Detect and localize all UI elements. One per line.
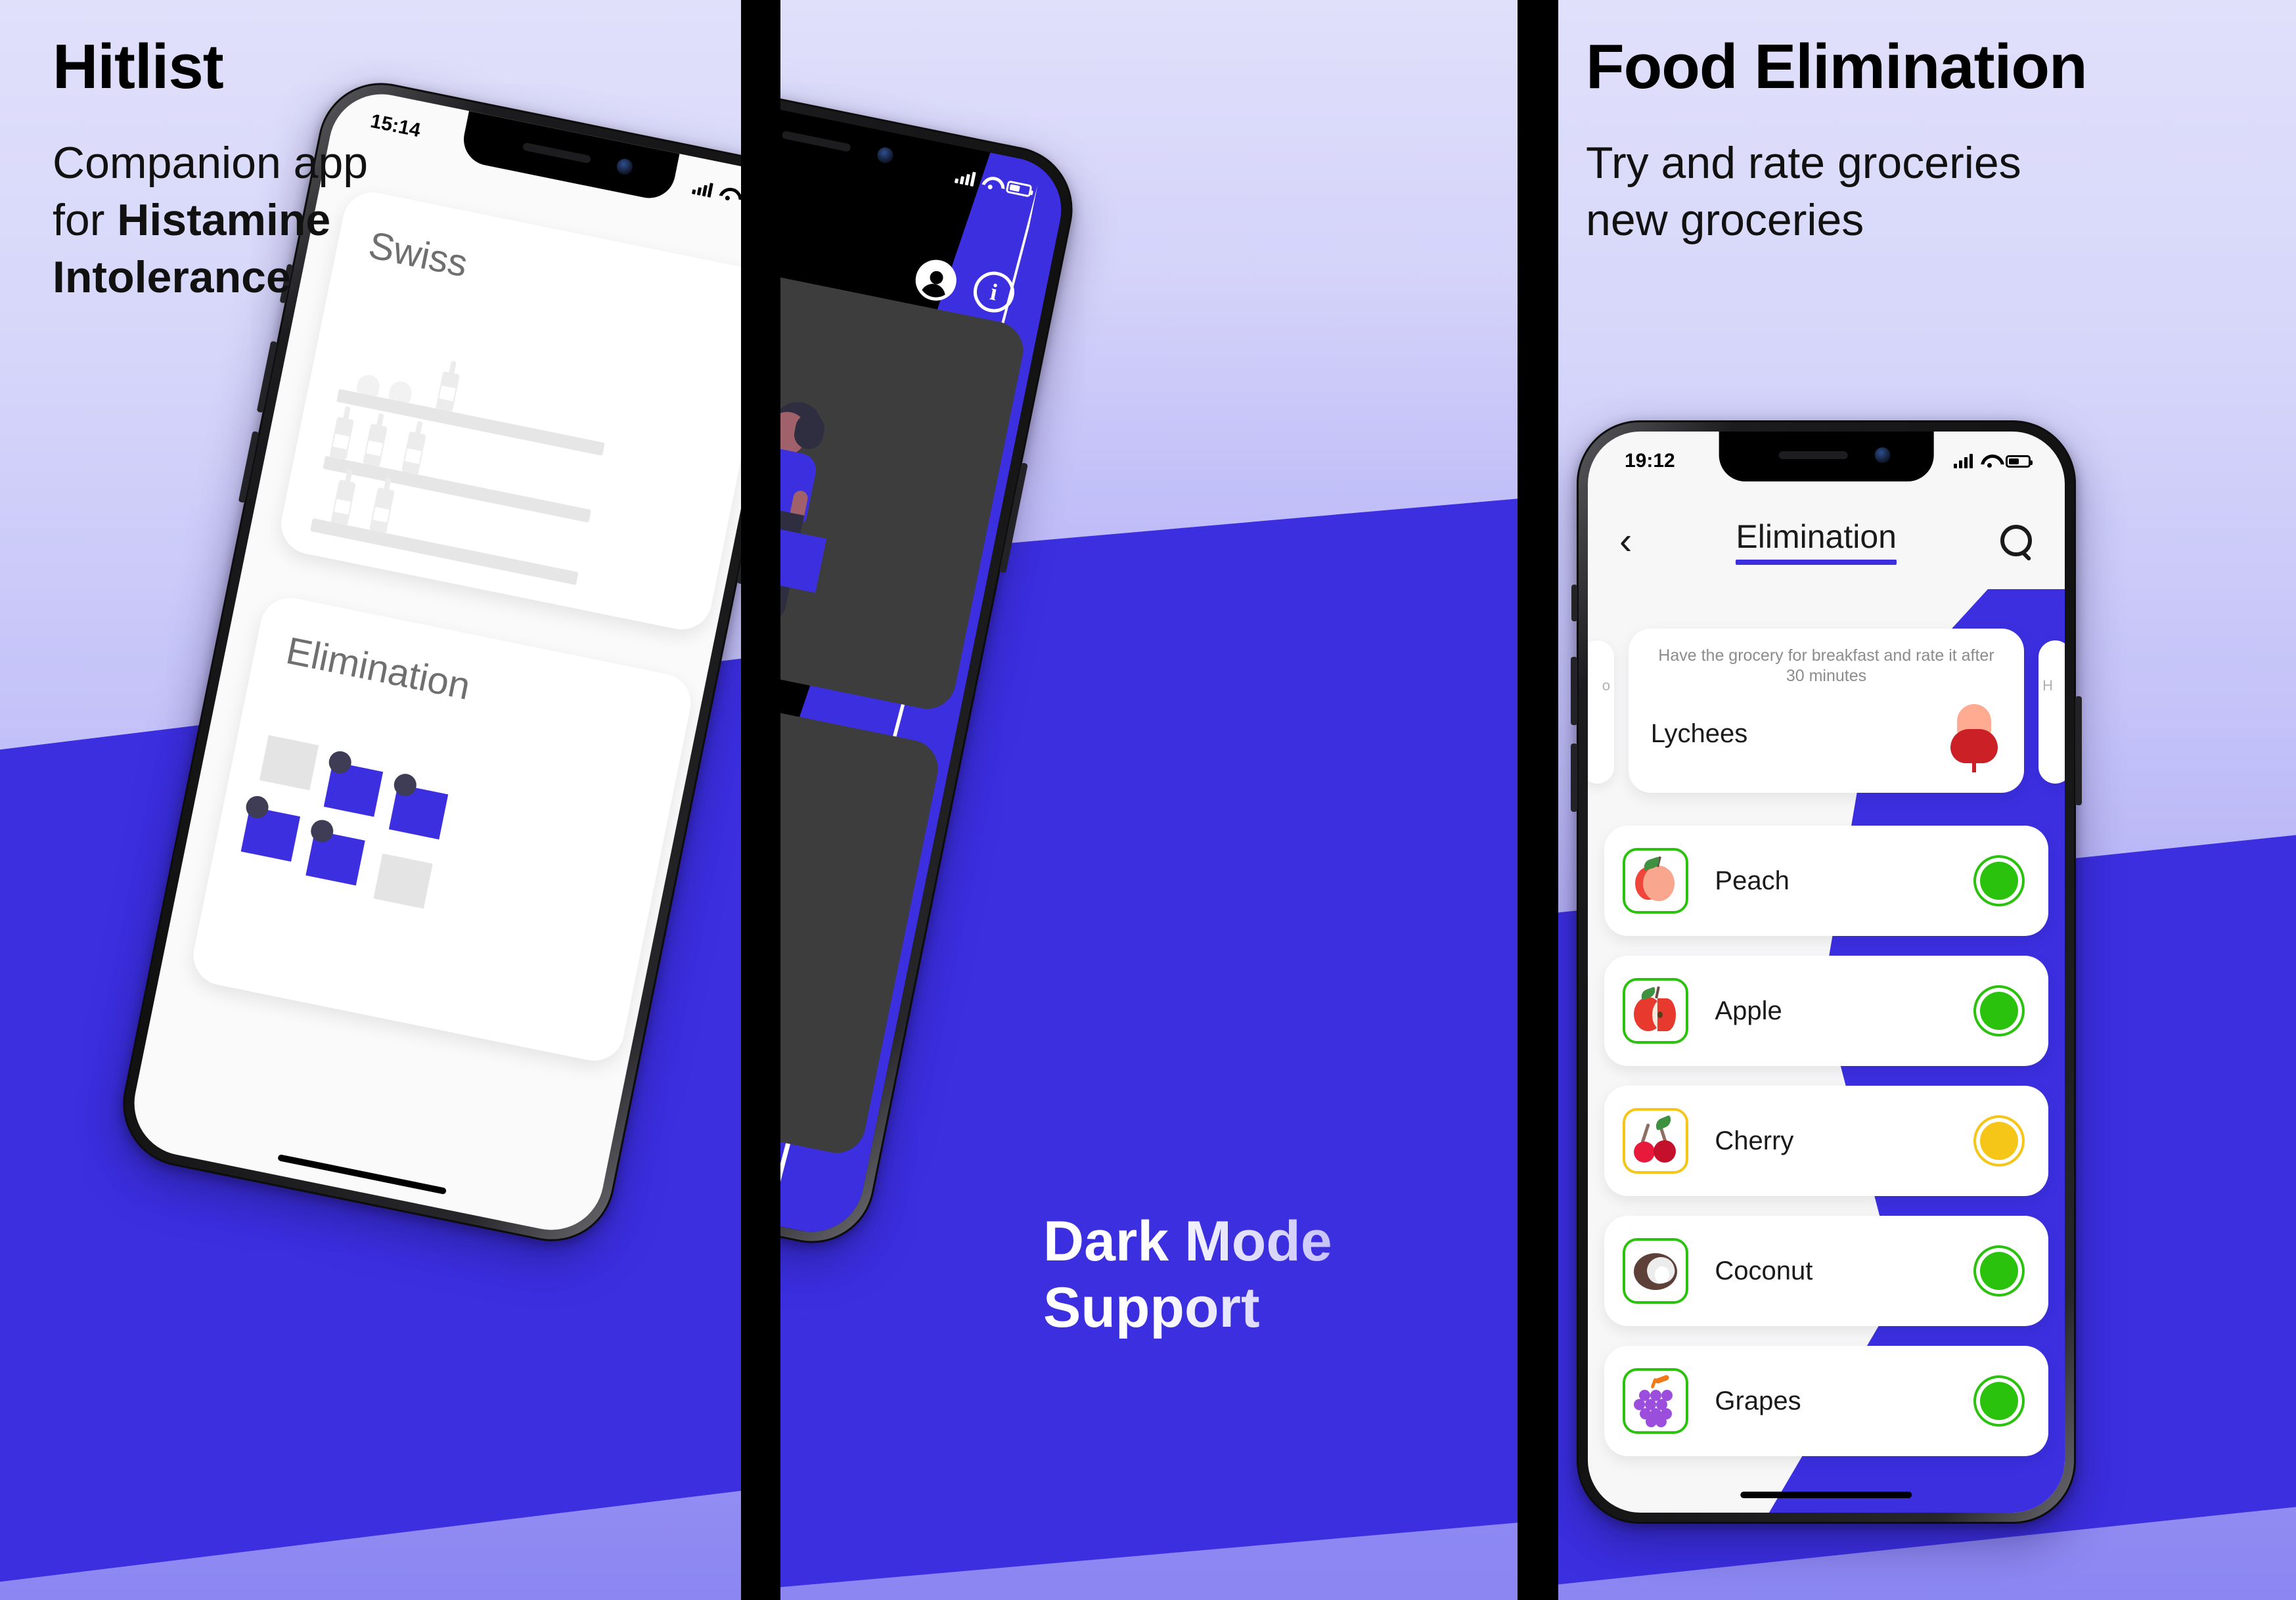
grapes-icon	[1631, 1374, 1680, 1427]
store-shelf-illustration	[309, 319, 662, 598]
elimination-nav-title: Elimination	[1736, 518, 1897, 555]
grocery-name: Peach	[1715, 866, 1790, 895]
back-chevron-icon[interactable]: ‹	[1619, 522, 1632, 560]
hero-card-peek-right[interactable]: H	[2038, 640, 2065, 784]
status-icons	[1954, 454, 2033, 468]
feature-caption-line2: Support	[1043, 1276, 1260, 1340]
grocery-name: Cherry	[1715, 1126, 1794, 1155]
panel-divider-2	[1518, 0, 1558, 1600]
hero-card-peek-left[interactable]: o	[1588, 640, 1614, 784]
front-camera	[876, 146, 895, 165]
cellular-signal-icon	[692, 180, 713, 198]
volume-up-button[interactable]	[1571, 657, 1577, 725]
panel-right: Food Elimination Try and rate groceries …	[1558, 0, 2296, 1600]
apple-icon	[1631, 986, 1680, 1035]
nav-title-underline	[1736, 560, 1897, 565]
peach-thumbnail	[1623, 848, 1689, 914]
coconut-icon	[1631, 1247, 1680, 1295]
peach-icon	[1631, 856, 1680, 905]
status-time: 19:12	[1625, 450, 1675, 472]
right-subhead-line2: new groceries	[1586, 194, 1864, 245]
left-subhead-intolerance: Intolerance	[53, 252, 291, 302]
phone-right-elimination: 19:12 ‹ Elimination o H Have the grocery…	[1571, 420, 2082, 1524]
left-subheadline: Companion app for Histamine Intolerance	[53, 135, 565, 306]
right-subhead-line1: Try and rate groceries	[1586, 137, 2021, 188]
panel-left: Hitlist Companion app for Histamine Into…	[0, 0, 741, 1600]
volume-down-button[interactable]	[1571, 744, 1577, 812]
battery-icon	[1005, 179, 1033, 198]
left-subhead-histamine: Histamine	[117, 194, 331, 245]
left-headline: Hitlist	[53, 32, 224, 102]
right-headline-block: Food Elimination Try and rate groceries …	[1586, 32, 2276, 249]
panel-divider-1	[741, 0, 780, 1600]
elimination-grid-illustration	[219, 719, 603, 1026]
earpiece-speaker	[781, 130, 851, 152]
cherry-thumbnail	[1623, 1108, 1689, 1174]
status-icons	[692, 180, 741, 210]
light-card-elimination[interactable]: Elimination	[187, 592, 697, 1067]
feature-caption: Dark Mode Support	[1043, 1209, 1503, 1342]
phone-right-notch	[1719, 432, 1934, 481]
earpiece-speaker	[1779, 451, 1848, 459]
cellular-signal-icon	[1954, 454, 1973, 468]
rating-indicator-yellow[interactable]	[1973, 1115, 2025, 1167]
elimination-nav-title-group: Elimination	[1736, 518, 1897, 565]
front-camera	[1875, 447, 1891, 463]
apple-thumbnail	[1623, 978, 1689, 1044]
left-subhead-for: for	[53, 194, 118, 245]
phone-right-screen: 19:12 ‹ Elimination o H Have the grocery…	[1588, 432, 2065, 1513]
rating-indicator-green[interactable]	[1973, 985, 2025, 1036]
lychee-icon	[1945, 703, 2002, 772]
grocery-name: Grapes	[1715, 1386, 1801, 1415]
rating-indicator-green[interactable]	[1973, 855, 2025, 906]
grocery-list: Peach Apple Cherry Coconut Grapes	[1604, 826, 2048, 1476]
panel-center: Dark Mode Support .	[780, 0, 1518, 1600]
hero-grocery-name: Lychees	[1650, 719, 1748, 748]
hero-hint-text: Have the grocery for breakfast and rate …	[1658, 646, 1994, 686]
info-icon[interactable]: i	[970, 268, 1018, 317]
search-icon[interactable]	[2000, 525, 2033, 558]
left-subhead-line1: Companion app	[53, 137, 369, 188]
grocery-name: Apple	[1715, 996, 1782, 1025]
front-camera	[616, 157, 635, 177]
shopper-illustration	[780, 395, 924, 667]
left-headline-block: Hitlist Companion app for Histamine Into…	[53, 32, 565, 306]
hero-grocery-card[interactable]: Have the grocery for breakfast and rate …	[1628, 629, 2025, 793]
mute-switch[interactable]	[1571, 585, 1577, 621]
wifi-icon	[718, 186, 737, 202]
power-button[interactable]	[2075, 696, 2082, 805]
grocery-row-cherry[interactable]: Cherry	[1604, 1086, 2048, 1196]
feature-caption-line1: Dark Mode	[1043, 1210, 1332, 1273]
grocery-row-apple[interactable]: Apple	[1604, 956, 2048, 1066]
home-indicator[interactable]	[1740, 1492, 1912, 1498]
right-subheadline: Try and rate groceries new groceries	[1586, 135, 2276, 249]
rating-indicator-green[interactable]	[1973, 1375, 2025, 1427]
grocery-name: Coconut	[1715, 1256, 1813, 1285]
right-headline: Food Elimination	[1586, 32, 2088, 102]
battery-icon	[2006, 455, 2033, 468]
grocery-row-peach[interactable]: Peach	[1604, 826, 2048, 936]
grocery-row-coconut[interactable]: Coconut	[1604, 1216, 2048, 1326]
profile-icon[interactable]	[912, 256, 960, 305]
rating-indicator-green[interactable]	[1973, 1245, 2025, 1297]
grocery-row-grapes[interactable]: Grapes	[1604, 1346, 2048, 1456]
hero-card-row: Lychees	[1650, 703, 2002, 772]
screenshot-stage: Hitlist Companion app for Histamine Into…	[0, 0, 2296, 1600]
cherry-icon	[1631, 1115, 1680, 1165]
grapes-thumbnail	[1623, 1368, 1689, 1434]
cellular-signal-icon	[954, 169, 976, 187]
coconut-thumbnail	[1623, 1238, 1689, 1304]
wifi-icon	[1981, 455, 1998, 468]
elimination-navbar: ‹ Elimination	[1588, 505, 2065, 577]
status-icons	[954, 169, 1033, 198]
wifi-icon	[981, 175, 1000, 191]
